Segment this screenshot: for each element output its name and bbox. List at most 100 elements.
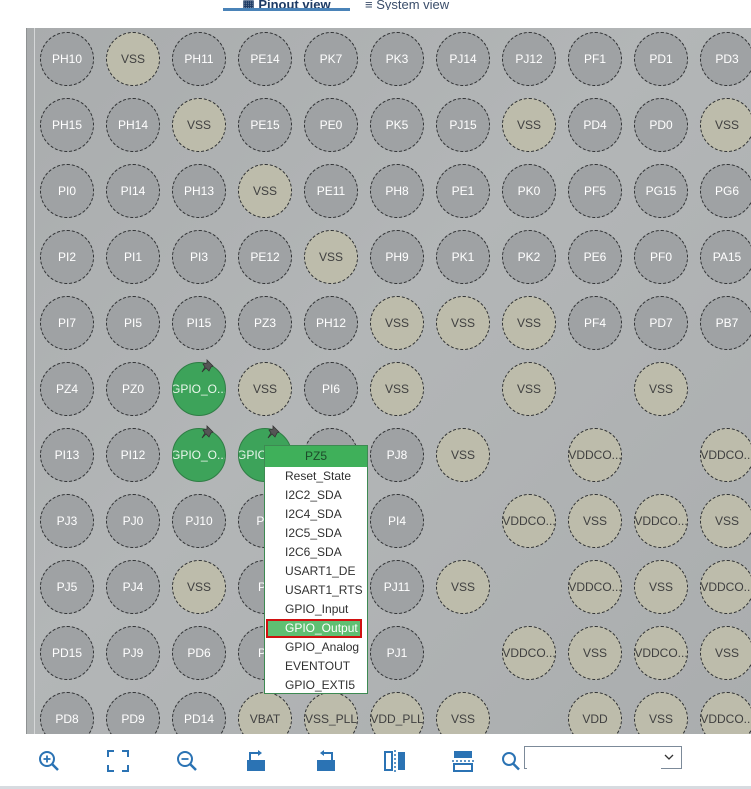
- pin-7-10[interactable]: VSS: [700, 494, 751, 548]
- pin-2-6[interactable]: PE1: [436, 164, 490, 218]
- pin-9-0[interactable]: PD15: [40, 626, 94, 680]
- menu-item-gpio-output[interactable]: GPIO_Output: [266, 619, 362, 638]
- pin-0-1[interactable]: VSS: [106, 32, 160, 86]
- menu-item-i2c5-sda[interactable]: I2C5_SDA: [265, 524, 367, 543]
- pin-2-3[interactable]: VSS: [238, 164, 292, 218]
- pin-1-3[interactable]: PE15: [238, 98, 292, 152]
- pin-0-3[interactable]: PE14: [238, 32, 292, 86]
- pin-1-4[interactable]: PE0: [304, 98, 358, 152]
- pin-3-10[interactable]: PA15: [700, 230, 751, 284]
- pin-8-2[interactable]: VSS: [172, 560, 226, 614]
- menu-item-usart1-rts[interactable]: USART1_RTS: [265, 581, 367, 600]
- pin-0-5[interactable]: PK3: [370, 32, 424, 86]
- pin-9-5[interactable]: PJ1: [370, 626, 424, 680]
- pin-5-4[interactable]: PI6: [304, 362, 358, 416]
- pin-9-2[interactable]: PD6: [172, 626, 226, 680]
- pin-0-8[interactable]: PF1: [568, 32, 622, 86]
- pin-9-10[interactable]: VSS: [700, 626, 751, 680]
- pin-10-10[interactable]: VDDCO...: [700, 692, 751, 734]
- pin-4-2[interactable]: PI15: [172, 296, 226, 350]
- pin-4-6[interactable]: VSS: [436, 296, 490, 350]
- pin-1-5[interactable]: PK5: [370, 98, 424, 152]
- pin-3-1[interactable]: PI1: [106, 230, 160, 284]
- pin-2-4[interactable]: PE11: [304, 164, 358, 218]
- pin-context-menu[interactable]: PZ5 Reset_State I2C2_SDA I2C4_SDA I2C5_SDA I…: [264, 445, 368, 694]
- pin-7-0[interactable]: PJ3: [40, 494, 94, 548]
- pin-8-5[interactable]: PJ11: [370, 560, 424, 614]
- pin-7-2[interactable]: PJ10: [172, 494, 226, 548]
- pin-4-4[interactable]: PH12: [304, 296, 358, 350]
- pin-0-10[interactable]: PD3: [700, 32, 751, 86]
- pin-9-8[interactable]: VSS: [568, 626, 622, 680]
- pin-10-4[interactable]: VSS_PLL: [304, 692, 358, 734]
- pin-1-9[interactable]: PD0: [634, 98, 688, 152]
- pin-8-9[interactable]: VSS: [634, 560, 688, 614]
- pin-6-10[interactable]: VDDCO...: [700, 428, 751, 482]
- pin-4-5[interactable]: VSS: [370, 296, 424, 350]
- pin-5-0[interactable]: PZ4: [40, 362, 94, 416]
- rotate-left-icon[interactable]: [312, 748, 338, 774]
- pin-0-7[interactable]: PJ12: [502, 32, 556, 86]
- pin-1-0[interactable]: PH15: [40, 98, 94, 152]
- pin-search-combobox[interactable]: [524, 746, 682, 769]
- pinout-canvas[interactable]: PH10 VSS PH11 PE14 PK7 PK3 PJ14 PJ12 PF1 PD1 PD3 PH…: [26, 28, 751, 734]
- pin-10-3[interactable]: VBAT: [238, 692, 292, 734]
- pin-3-3[interactable]: PE12: [238, 230, 292, 284]
- pin-9-7[interactable]: VDDCO...: [502, 626, 556, 680]
- pin-4-0[interactable]: PI7: [40, 296, 94, 350]
- pin-4-7[interactable]: VSS: [502, 296, 556, 350]
- pin-5-3[interactable]: VSS: [238, 362, 292, 416]
- pin-6-1[interactable]: PI12: [106, 428, 160, 482]
- pin-2-0[interactable]: PI0: [40, 164, 94, 218]
- pin-1-8[interactable]: PD4: [568, 98, 622, 152]
- pin-7-1[interactable]: PJ0: [106, 494, 160, 548]
- flip-vertical-icon[interactable]: [382, 748, 408, 774]
- pin-1-10[interactable]: VSS: [700, 98, 751, 152]
- pin-2-8[interactable]: PF5: [568, 164, 622, 218]
- pin-3-9[interactable]: PF0: [634, 230, 688, 284]
- menu-item-gpio-input[interactable]: GPIO_Input: [265, 600, 367, 619]
- menu-item-eventout[interactable]: EVENTOUT: [265, 657, 367, 676]
- search-input[interactable]: [527, 748, 661, 769]
- pin-4-10[interactable]: PB7: [700, 296, 751, 350]
- pin-6-8[interactable]: VDDCO...: [568, 428, 622, 482]
- rotate-right-icon[interactable]: [244, 748, 270, 774]
- pin-6-0[interactable]: PI13: [40, 428, 94, 482]
- pin-1-7[interactable]: VSS: [502, 98, 556, 152]
- pin-3-2[interactable]: PI3: [172, 230, 226, 284]
- pin-4-1[interactable]: PI5: [106, 296, 160, 350]
- pin-9-9[interactable]: VDDCO...: [634, 626, 688, 680]
- pin-5-9[interactable]: VSS: [634, 362, 688, 416]
- pin-9-1[interactable]: PJ9: [106, 626, 160, 680]
- pin-1-6[interactable]: PJ15: [436, 98, 490, 152]
- pin-10-5[interactable]: VDD_PLL: [370, 692, 424, 734]
- pin-0-6[interactable]: PJ14: [436, 32, 490, 86]
- pin-2-2[interactable]: PH13: [172, 164, 226, 218]
- pin-5-5[interactable]: VSS: [370, 362, 424, 416]
- pin-10-9[interactable]: VSS: [634, 692, 688, 734]
- pin-3-0[interactable]: PI2: [40, 230, 94, 284]
- menu-item-usart1-de[interactable]: USART1_DE: [265, 562, 367, 581]
- pin-4-9[interactable]: PD7: [634, 296, 688, 350]
- pin-0-9[interactable]: PD1: [634, 32, 688, 86]
- pin-3-4[interactable]: VSS: [304, 230, 358, 284]
- menu-item-gpio-analog[interactable]: GPIO_Analog: [265, 638, 367, 657]
- menu-item-i2c6-sda[interactable]: I2C6_SDA: [265, 543, 367, 562]
- zoom-out-icon[interactable]: [174, 748, 200, 774]
- pin-5-7[interactable]: VSS: [502, 362, 556, 416]
- zoom-in-icon[interactable]: [36, 748, 62, 774]
- pin-7-9[interactable]: VDDCO...: [634, 494, 688, 548]
- pin-2-7[interactable]: PK0: [502, 164, 556, 218]
- pin-2-5[interactable]: PH8: [370, 164, 424, 218]
- pin-1-1[interactable]: PH14: [106, 98, 160, 152]
- pin-7-7[interactable]: VDDCO...: [502, 494, 556, 548]
- fit-to-window-icon[interactable]: [105, 748, 131, 774]
- pin-7-8[interactable]: VSS: [568, 494, 622, 548]
- pin-8-1[interactable]: PJ4: [106, 560, 160, 614]
- pin-10-6[interactable]: VSS: [436, 692, 490, 734]
- flip-horizontal-icon[interactable]: [450, 748, 476, 774]
- pin-3-8[interactable]: PE6: [568, 230, 622, 284]
- pin-8-6[interactable]: VSS: [436, 560, 490, 614]
- pin-3-6[interactable]: PK1: [436, 230, 490, 284]
- tab-system-view[interactable]: ≡ System view: [365, 0, 485, 10]
